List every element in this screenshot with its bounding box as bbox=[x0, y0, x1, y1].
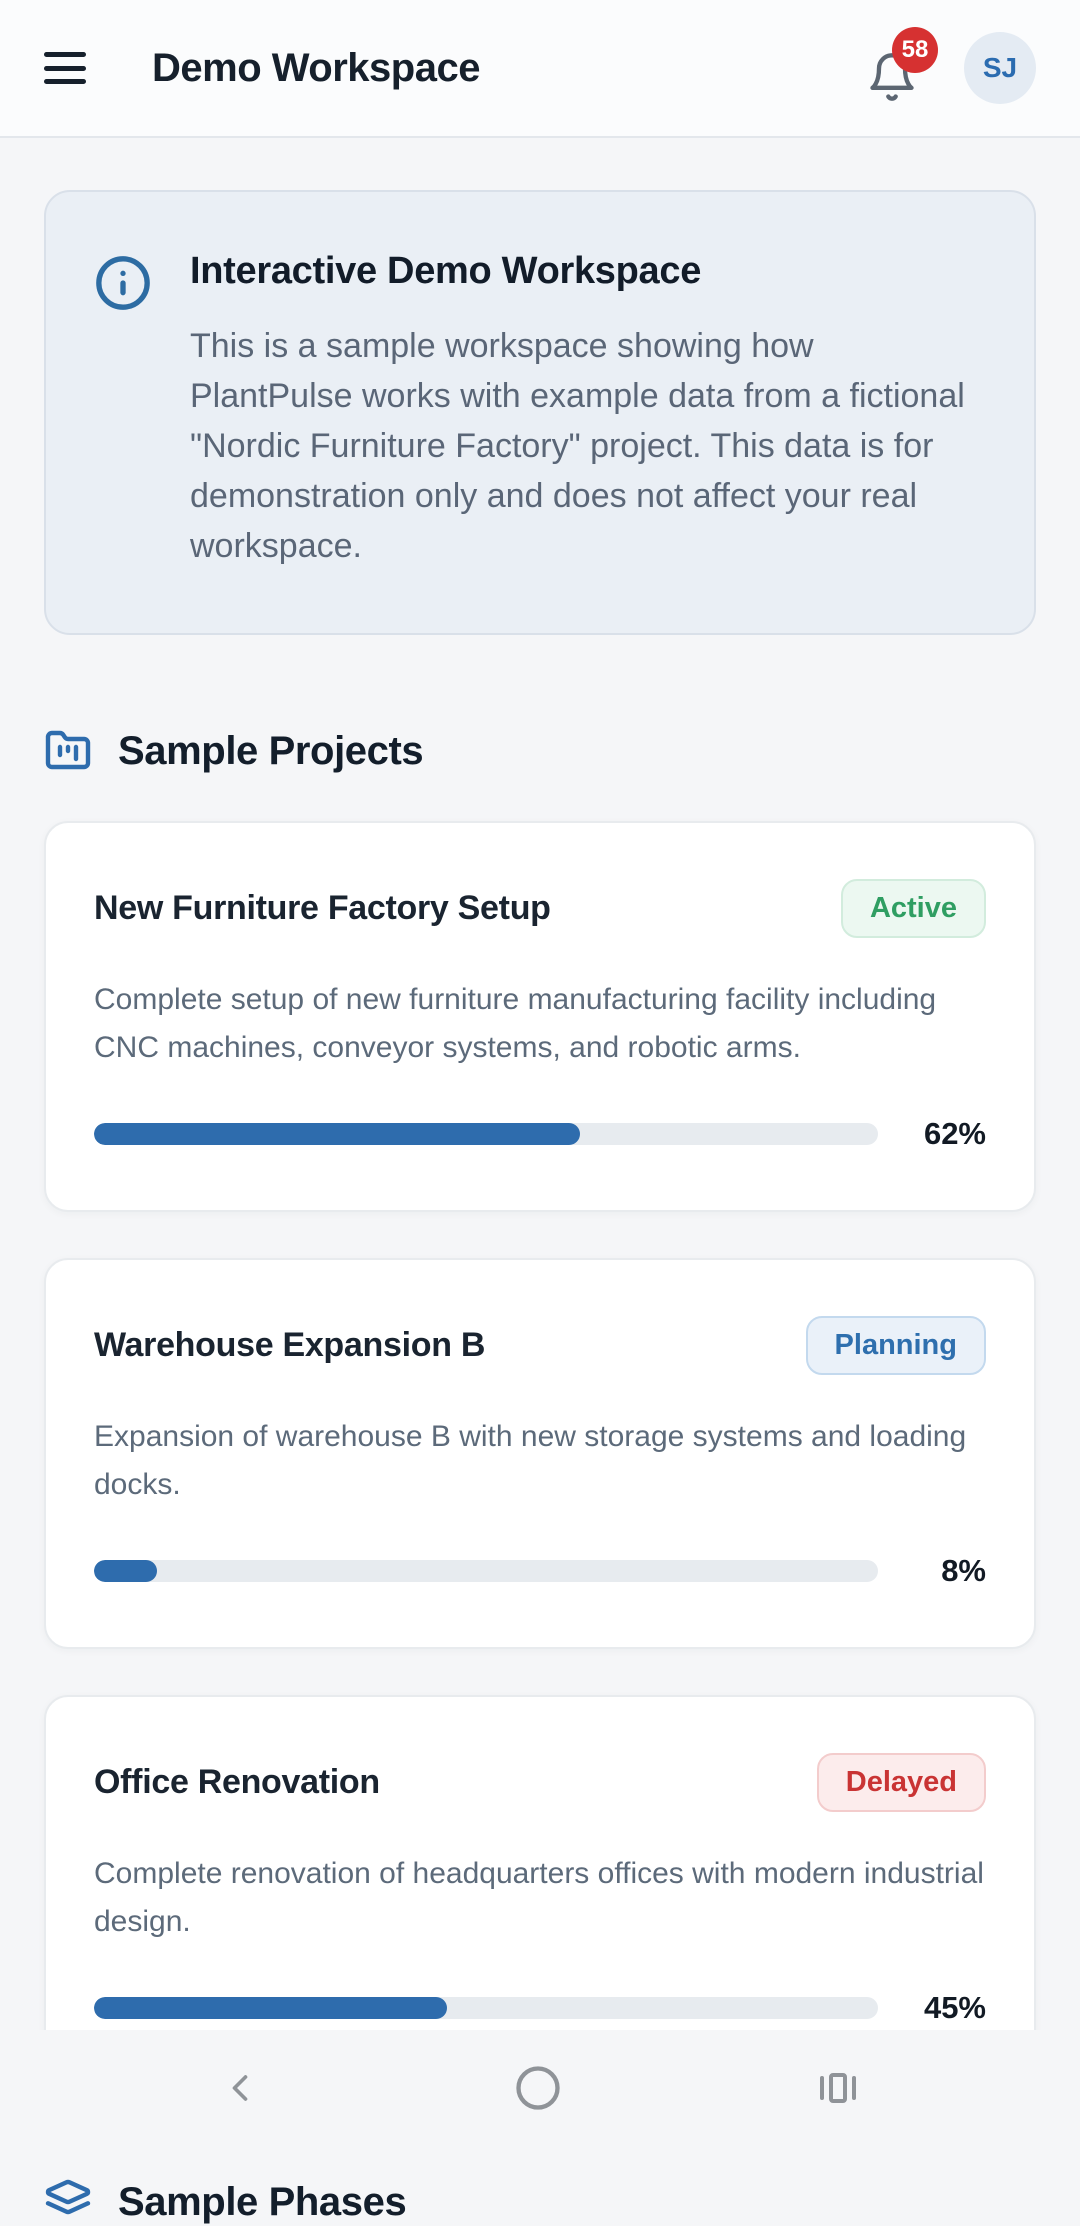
progress-percent: 8% bbox=[941, 1553, 986, 1588]
progress-fill bbox=[94, 1560, 157, 1582]
layers-icon bbox=[45, 2179, 91, 2215]
progress-bar bbox=[94, 1123, 878, 1145]
project-description: Expansion of warehouse B with new storag… bbox=[94, 1420, 967, 1501]
home-button[interactable] bbox=[512, 2062, 564, 2114]
project-card[interactable]: Office Renovation Delayed Complete renov… bbox=[44, 1695, 1036, 2086]
project-title: Warehouse Expansion B bbox=[94, 1326, 486, 1364]
back-icon bbox=[232, 2075, 248, 2101]
main-content: Interactive Demo Workspace This is a sam… bbox=[0, 190, 1080, 2226]
recents-icon bbox=[820, 2073, 856, 2103]
project-description: Complete setup of new furniture manufact… bbox=[94, 983, 937, 1064]
progress-fill bbox=[94, 1123, 581, 1145]
hamburger-menu-button[interactable] bbox=[44, 50, 88, 86]
recents-button[interactable] bbox=[814, 2064, 862, 2112]
project-card[interactable]: Warehouse Expansion B Planning Expansion… bbox=[44, 1258, 1036, 1649]
header-actions: 58 SJ bbox=[866, 27, 1036, 104]
section-heading-phases: Sample Phases bbox=[44, 2178, 1036, 2226]
project-title: New Furniture Factory Setup bbox=[94, 889, 551, 927]
page-title: Demo Workspace bbox=[152, 45, 480, 90]
folder-kanban-icon bbox=[45, 730, 91, 770]
status-badge: Active bbox=[840, 879, 986, 938]
progress-percent: 45% bbox=[923, 1990, 986, 2025]
section-title-projects: Sample Projects bbox=[118, 728, 424, 773]
progress-bar bbox=[94, 1997, 878, 2019]
status-badge: Delayed bbox=[816, 1753, 986, 1812]
hamburger-icon bbox=[44, 52, 86, 57]
project-card[interactable]: New Furniture Factory Setup Active Compl… bbox=[44, 821, 1036, 1212]
progress-bar bbox=[94, 1560, 878, 1582]
status-badge: Planning bbox=[805, 1316, 986, 1375]
avatar[interactable]: SJ bbox=[964, 32, 1036, 104]
back-button[interactable] bbox=[218, 2066, 262, 2110]
info-banner-text: Interactive Demo Workspace This is a sam… bbox=[190, 250, 982, 571]
info-banner: Interactive Demo Workspace This is a sam… bbox=[44, 190, 1036, 635]
info-icon bbox=[96, 256, 150, 310]
notifications-button[interactable]: 58 bbox=[866, 27, 938, 103]
progress-fill bbox=[94, 1997, 447, 2019]
section-heading-projects: Sample Projects bbox=[44, 727, 1036, 775]
info-banner-body: This is a sample workspace showing how P… bbox=[190, 327, 965, 565]
project-title: Office Renovation bbox=[94, 1763, 380, 1801]
project-description: Complete renovation of headquarters offi… bbox=[94, 1857, 984, 1938]
info-banner-title: Interactive Demo Workspace bbox=[190, 250, 702, 292]
home-circle-icon bbox=[516, 2066, 560, 2110]
app-header: Demo Workspace 58 SJ bbox=[0, 0, 1080, 138]
section-title-phases: Sample Phases bbox=[118, 2179, 407, 2224]
progress-percent: 62% bbox=[923, 1116, 986, 1151]
android-navigation-bar bbox=[0, 2030, 1080, 2146]
notification-badge: 58 bbox=[892, 27, 938, 73]
